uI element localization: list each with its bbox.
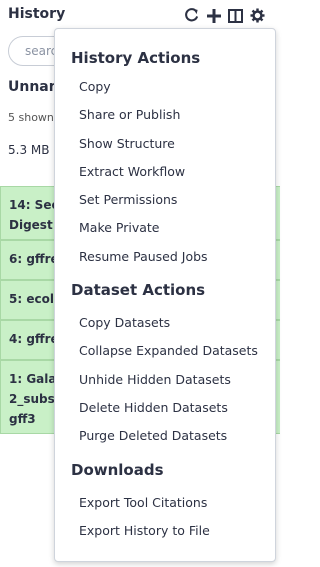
- menu-item-export-history[interactable]: Export History to File: [55, 517, 275, 545]
- menu-item-copy[interactable]: Copy: [55, 73, 275, 101]
- menu-item-purge-deleted[interactable]: Purge Deleted Datasets: [55, 422, 275, 450]
- header-toolbar: [183, 7, 266, 24]
- menu-item-copy-datasets[interactable]: Copy Datasets: [55, 309, 275, 337]
- history-size: 5.3 MB: [8, 143, 50, 157]
- shown-count[interactable]: 5 shown,: [8, 111, 57, 124]
- menu-item-resume-paused-jobs[interactable]: Resume Paused Jobs: [55, 243, 275, 271]
- history-actions-header: History Actions: [71, 49, 201, 67]
- menu-item-export-tool-citations[interactable]: Export Tool Citations: [55, 489, 275, 517]
- menu-item-unhide-hidden[interactable]: Unhide Hidden Datasets: [55, 366, 275, 394]
- dataset-actions-header: Dataset Actions: [71, 281, 206, 300]
- columns-icon[interactable]: [227, 7, 244, 24]
- menu-item-collapse-expanded[interactable]: Collapse Expanded Datasets: [55, 337, 275, 365]
- menu-item-share-or-publish[interactable]: Share or Publish: [55, 101, 275, 129]
- menu-item-set-permissions[interactable]: Set Permissions: [55, 186, 275, 214]
- gear-icon[interactable]: [249, 7, 266, 24]
- menu-item-make-private[interactable]: Make Private: [55, 214, 275, 242]
- menu-item-show-structure[interactable]: Show Structure: [55, 130, 275, 158]
- menu-item-extract-workflow[interactable]: Extract Workflow: [55, 158, 275, 186]
- downloads-header: Downloads: [71, 460, 164, 479]
- history-options-menu: History Actions Copy Share or Publish Sh…: [54, 28, 276, 562]
- panel-title: History: [8, 6, 66, 22]
- menu-item-delete-hidden[interactable]: Delete Hidden Datasets: [55, 394, 275, 422]
- plus-icon[interactable]: [205, 7, 222, 24]
- refresh-icon[interactable]: [183, 7, 200, 24]
